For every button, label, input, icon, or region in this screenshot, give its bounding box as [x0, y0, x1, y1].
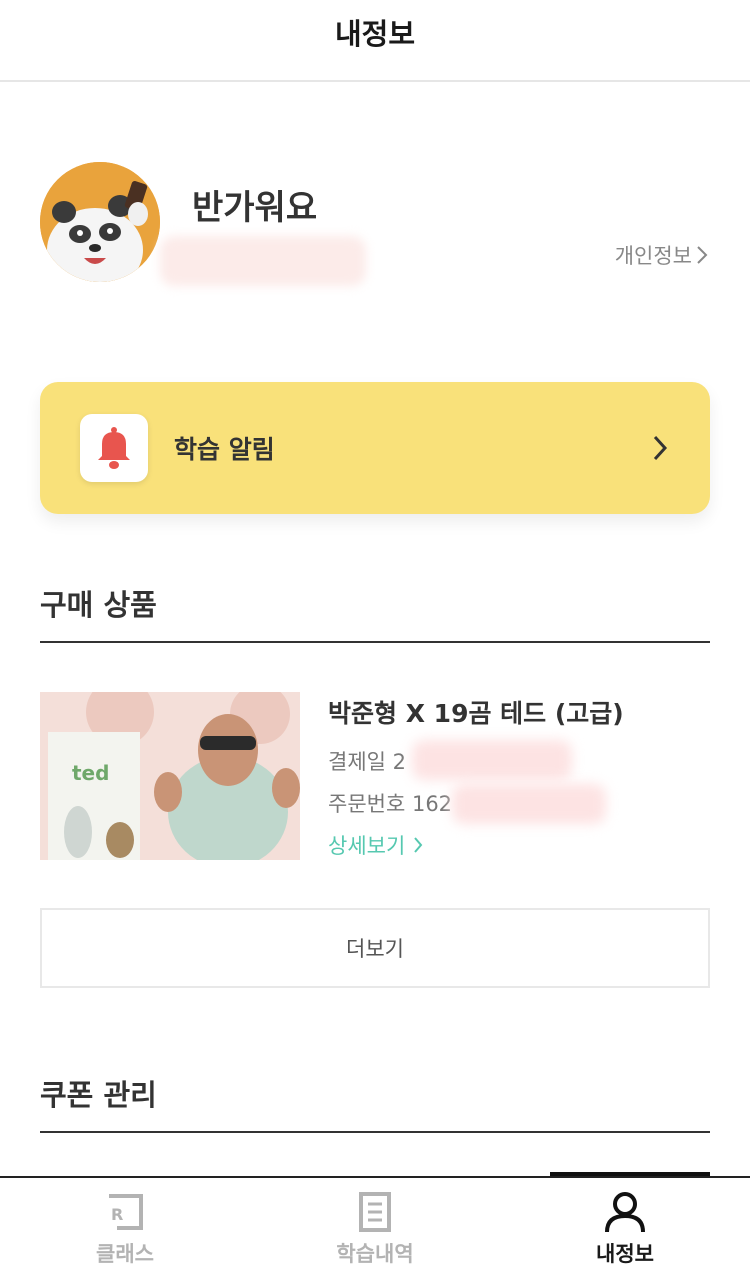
class-r-icon: R	[109, 1194, 143, 1230]
nav-item-class[interactable]: R 클래스	[0, 1190, 250, 1276]
product-image: ted	[40, 692, 300, 860]
payment-date: 결제일 2	[328, 750, 406, 774]
bottom-nav: R 클래스 학습내역 내정보	[0, 1176, 750, 1276]
payment-date-redacted	[412, 740, 572, 780]
order-number-redacted	[452, 784, 606, 824]
personal-info-link[interactable]: 개인정보	[615, 240, 708, 270]
avatar[interactable]	[40, 162, 160, 282]
top-header: 내정보	[0, 0, 750, 82]
greeting-text: 반가워요	[192, 188, 318, 228]
user-id-redacted	[160, 236, 366, 286]
page-title: 내정보	[334, 17, 416, 51]
section-divider	[40, 641, 710, 643]
svg-text:R: R	[111, 1205, 123, 1224]
more-button[interactable]: 더보기	[40, 908, 710, 988]
section-divider	[40, 1131, 710, 1133]
product-thumbnail[interactable]: ted	[40, 692, 300, 860]
more-button-label: 더보기	[346, 937, 404, 961]
panda-avatar-icon	[40, 162, 160, 282]
document-icon	[359, 1192, 391, 1232]
study-alarm-card[interactable]: 학습 알림	[40, 382, 710, 514]
nav-item-my-info[interactable]: 내정보	[500, 1190, 750, 1276]
detail-view-label: 상세보기	[328, 834, 406, 858]
nav-item-history[interactable]: 학습내역	[250, 1190, 500, 1276]
order-number: 주문번호 162	[328, 792, 453, 816]
study-alarm-label: 학습 알림	[174, 435, 275, 464]
person-icon	[605, 1192, 645, 1233]
chevron-right-icon	[414, 837, 423, 853]
nav-label-my-info: 내정보	[596, 1242, 654, 1266]
chevron-right-icon	[653, 435, 668, 461]
nav-label-history: 학습내역	[336, 1242, 414, 1266]
my-info-page: 내정보 반가워요 개인정보 학습 알림 구매 상품 ted 박준형 X 19곰 …	[0, 0, 750, 1276]
nav-label-class: 클래스	[96, 1242, 154, 1266]
personal-info-label: 개인정보	[614, 244, 692, 268]
bell-icon-box	[80, 414, 148, 482]
coupons-section-title: 쿠폰 관리	[40, 1078, 157, 1112]
thumbnail-title: ted	[72, 761, 109, 785]
product-name: 박준형 X 19곰 테드 (고급)	[328, 699, 624, 728]
chevron-right-icon	[697, 246, 708, 264]
purchases-section-title: 구매 상품	[40, 588, 157, 622]
bell-icon	[98, 427, 130, 469]
detail-view-link[interactable]: 상세보기	[328, 830, 423, 860]
